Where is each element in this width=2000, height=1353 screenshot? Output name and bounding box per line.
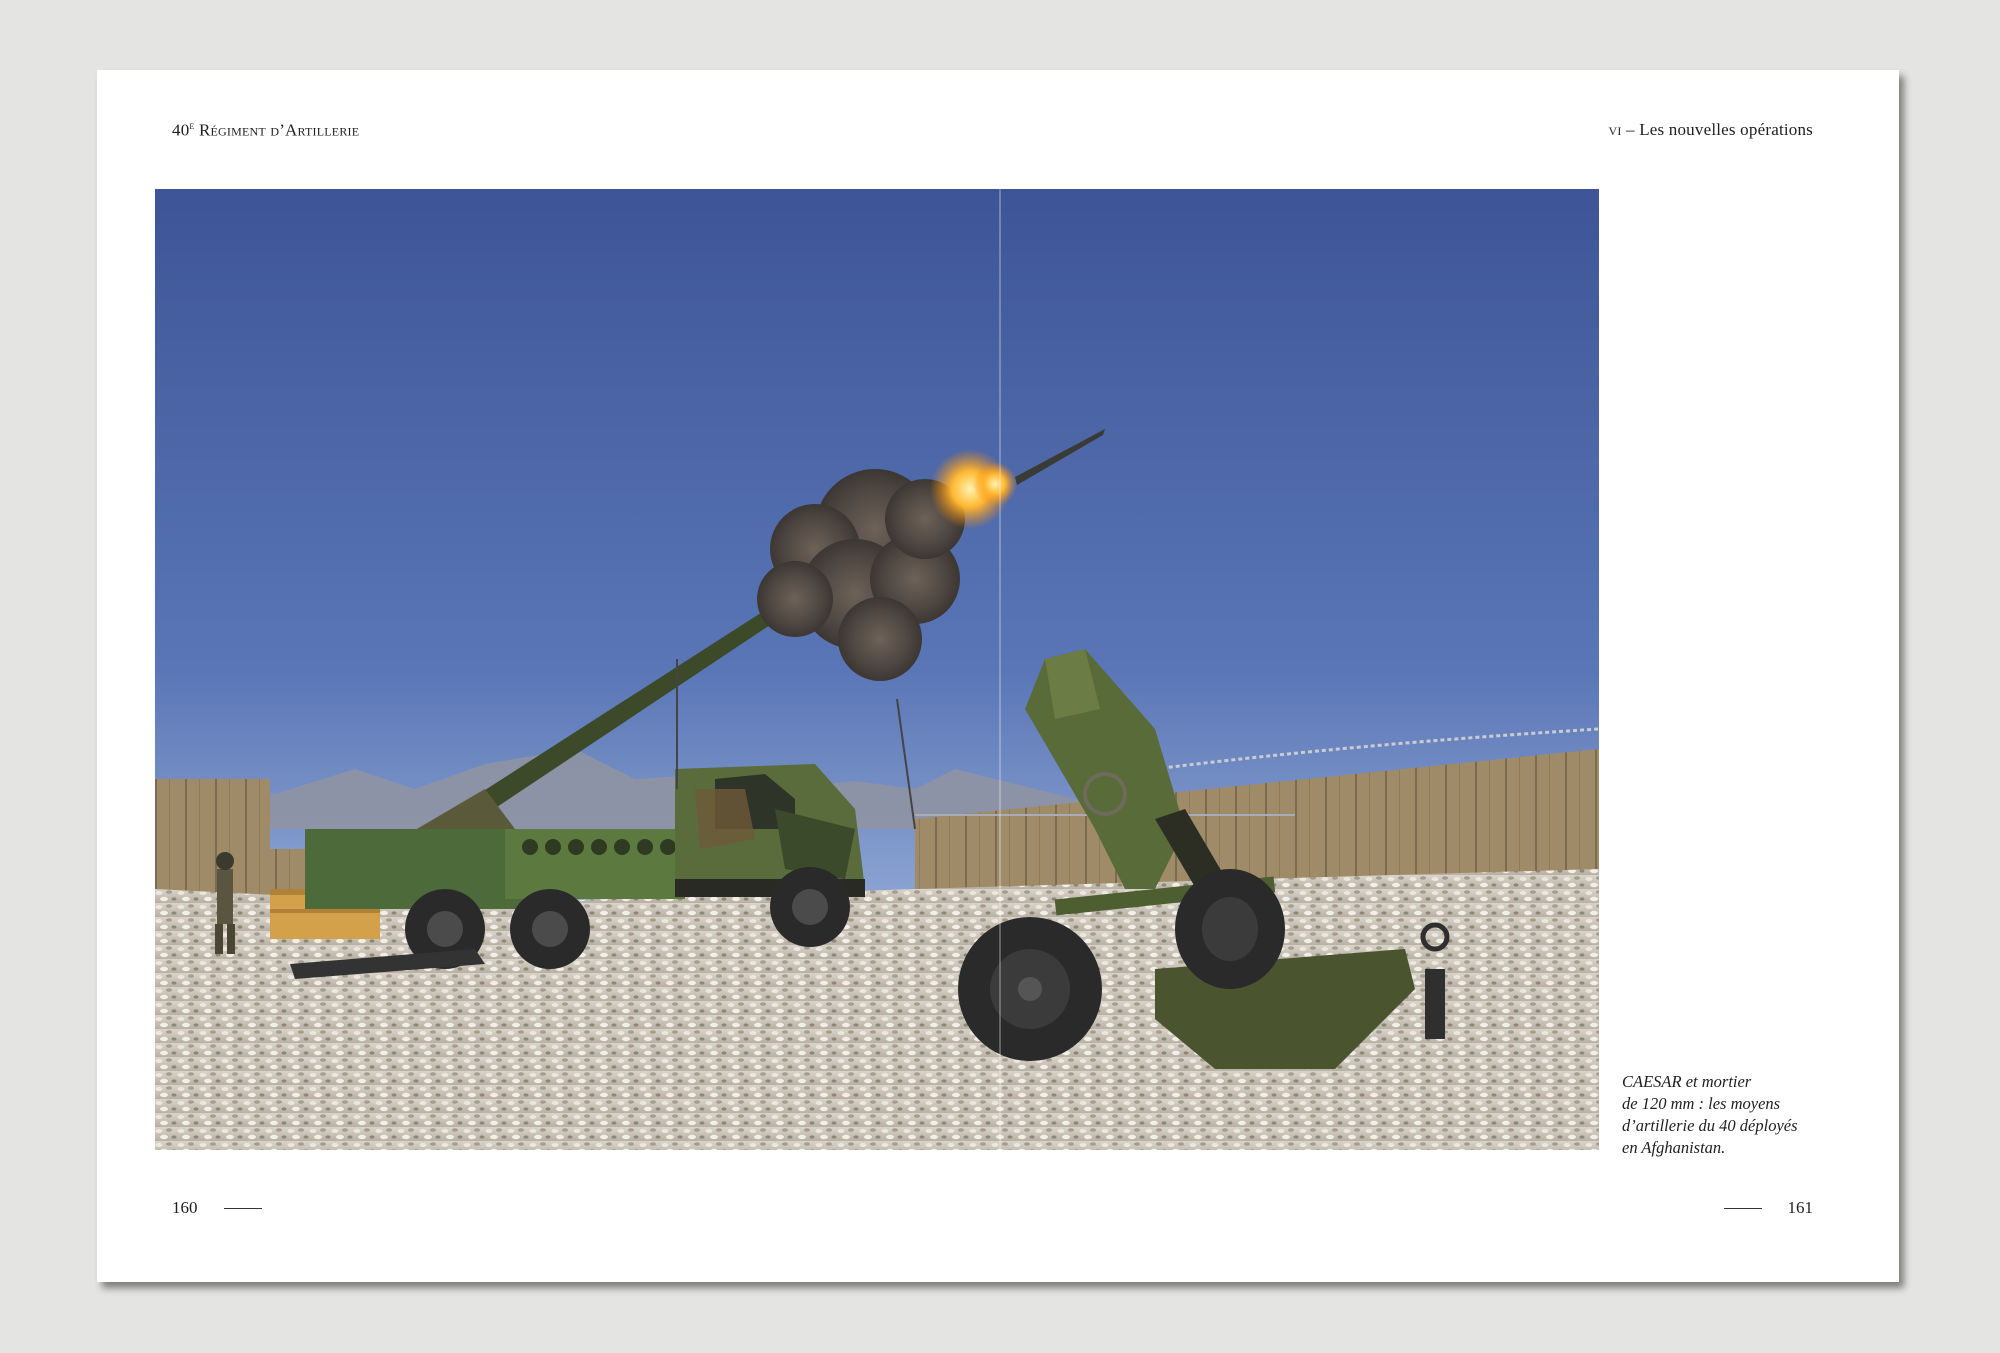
- regiment-number: 40: [172, 120, 190, 140]
- page-number-left: 160: [172, 1198, 198, 1217]
- artillery-photo-illustration: [155, 189, 1599, 1150]
- caption-line-4: en Afghanistan.: [1622, 1138, 1726, 1157]
- running-head-right: vi – Les nouvelles opérations: [1609, 120, 1813, 140]
- chapter-number: vi: [1608, 120, 1622, 139]
- photo-caption: CAESAR et mortier de 120 mm : les moyens…: [1622, 1071, 1842, 1159]
- caption-line-3: d’artillerie du 40 déployés: [1622, 1116, 1798, 1135]
- chapter-separator: –: [1626, 120, 1635, 139]
- folio-rule-left: [224, 1208, 262, 1209]
- artillery-photo: [155, 189, 1599, 1150]
- book-spread: 40e Régiment d’Artillerie vi – Les nouve…: [97, 70, 1899, 1282]
- ordinal-suffix: e: [189, 120, 195, 132]
- page-number-right: 161: [1787, 1198, 1814, 1217]
- caption-line-2: de 120 mm : les moyens: [1622, 1094, 1781, 1113]
- running-head-left: 40e Régiment d’Artillerie: [172, 120, 359, 141]
- regiment-title: Régiment d’Artillerie: [198, 120, 360, 140]
- folio-rule-right: [1724, 1208, 1762, 1209]
- chapter-title: Les nouvelles opérations: [1639, 120, 1813, 139]
- caption-line-1: CAESAR et mortier: [1622, 1072, 1752, 1091]
